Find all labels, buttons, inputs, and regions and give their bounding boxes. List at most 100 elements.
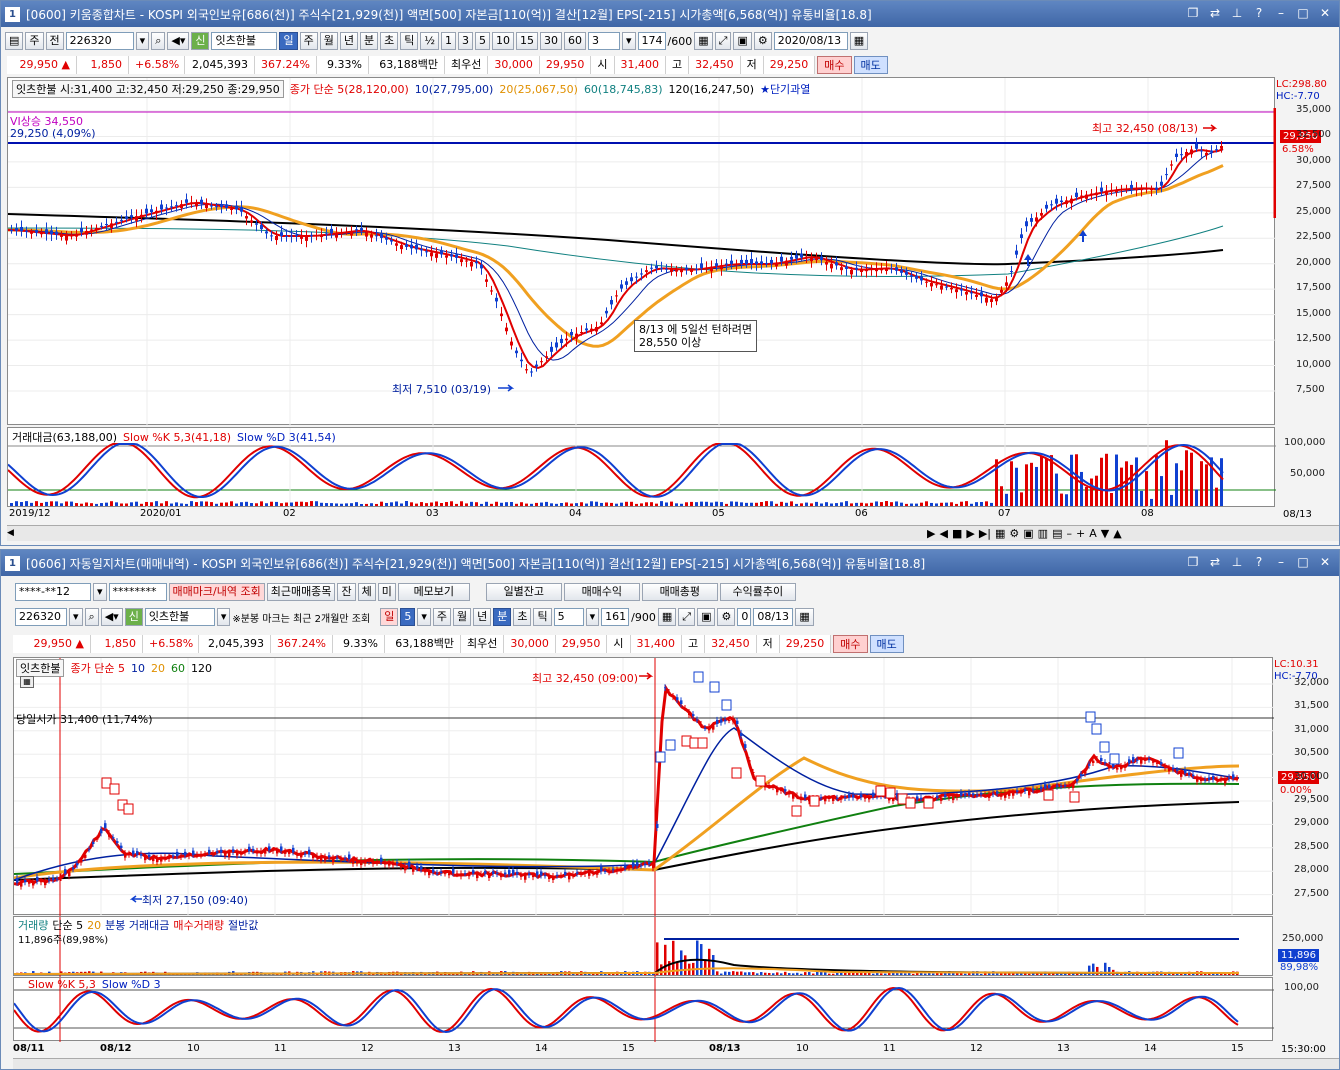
scroll-play-icon[interactable]: ◀ [939, 527, 947, 540]
maximize-icon[interactable]: □ [1295, 5, 1311, 21]
interval-3[interactable]: 3 [458, 32, 474, 50]
interval-5[interactable]: 5 [475, 32, 491, 50]
tab-day[interactable]: 일 [279, 32, 298, 50]
price-chart[interactable]: 잇츠한불 시:31,400 고:32,450 저:29,250 종:29,950… [7, 77, 1276, 426]
layout-icon[interactable]: ▤ [5, 32, 24, 50]
sound-icon[interactable]: ◀▾ [167, 32, 190, 50]
interval-30[interactable]: 30 [540, 32, 563, 50]
interval-10[interactable]: 10 [492, 32, 515, 50]
code-input[interactable]: 226320 [15, 608, 67, 626]
sound-icon[interactable]: ◀▾ [100, 608, 123, 626]
minimize-icon[interactable]: – [1273, 5, 1289, 21]
chart-scrollbar[interactable] [13, 1058, 1339, 1069]
maximize-icon[interactable]: □ [1295, 554, 1311, 570]
code-input[interactable]: 226320 [65, 32, 134, 50]
tool-icon-2[interactable]: ⚙ [1009, 527, 1019, 540]
interval-dropdown-icon[interactable]: ▾ [585, 608, 600, 626]
count-input[interactable]: 161 [601, 608, 630, 626]
password-input[interactable]: ******** [108, 583, 167, 601]
interval-60[interactable]: 60 [564, 32, 587, 50]
tab-tick[interactable]: 틱 [400, 32, 419, 50]
calendar-icon[interactable]: ▦ [795, 608, 814, 626]
recent-trades-button[interactable]: 최근매매종목 [266, 583, 336, 601]
interval-dropdown-icon[interactable]: ▾ [622, 32, 636, 50]
restore-icon[interactable]: ❐ [1185, 5, 1201, 21]
scroll-left-icon[interactable]: ◀ [7, 528, 17, 540]
buy-button[interactable]: 매수 [817, 56, 852, 74]
tab-second[interactable]: 초 [513, 608, 532, 626]
tab-tick[interactable]: 틱 [533, 608, 552, 626]
close-icon[interactable]: ✕ [1317, 554, 1333, 570]
trend-icon[interactable]: ⤢ [678, 608, 696, 626]
save-icon[interactable]: ▣ [697, 608, 716, 626]
stop-icon[interactable]: ■ [952, 527, 962, 540]
tab-week[interactable]: 주 [432, 608, 451, 626]
save-icon[interactable]: ▣ [733, 32, 752, 50]
tab-second[interactable]: 초 [380, 32, 399, 50]
unfilled-button[interactable]: 미 [377, 583, 396, 601]
minute-price-chart[interactable]: 잇츠한불 종가 단순 5 10 20 60 120 ▦ 당일시가 31,400 … [13, 657, 1274, 916]
link-icon[interactable]: ⇄ [1207, 5, 1223, 21]
date-input[interactable]: 08/13 [753, 608, 794, 626]
balance-button[interactable]: 잔 [337, 583, 356, 601]
next-icon[interactable]: ▶ [966, 527, 974, 540]
grid-icon[interactable]: ▦ [694, 32, 713, 50]
tool-icon-3[interactable]: ▣ [1023, 527, 1033, 540]
pin-icon[interactable]: ⊥ [1229, 554, 1245, 570]
code-dropdown-icon[interactable]: ▾ [69, 608, 83, 626]
table-toggle-icon[interactable]: ▦ [20, 676, 34, 688]
search-icon[interactable]: ⌕ [84, 608, 99, 626]
tab-minute[interactable]: 분 [493, 608, 512, 626]
period-select[interactable]: 주 [25, 32, 44, 50]
name-dropdown-icon[interactable]: ▾ [216, 608, 231, 626]
account-dropdown-icon[interactable]: ▾ [93, 583, 107, 601]
volume-stoch-chart[interactable]: 거래대금(63,188,00) Slow %K 5,3(41,18) Slow … [7, 427, 1276, 508]
up-icon[interactable]: ▲ [1113, 527, 1121, 540]
tab-month[interactable]: 월 [319, 32, 338, 50]
interval-15[interactable]: 15 [516, 32, 539, 50]
minimize-icon[interactable]: – [1273, 554, 1289, 570]
interval-1[interactable]: 1 [441, 32, 457, 50]
tool-icon-4[interactable]: ▥ [1038, 527, 1048, 540]
date-input[interactable]: 2020/08/13 [773, 32, 848, 50]
checkbox-zero[interactable]: 0 [737, 608, 752, 626]
trade-profit-button[interactable]: 매매수익 [563, 583, 640, 601]
code-dropdown-icon[interactable]: ▾ [135, 32, 150, 50]
tab-month[interactable]: 월 [452, 608, 472, 626]
help-icon[interactable]: ? [1251, 5, 1267, 21]
daily-balance-button[interactable]: 일별잔고 [485, 583, 562, 601]
prev-button[interactable]: 전 [45, 32, 64, 50]
restore-icon[interactable]: ❐ [1185, 554, 1201, 570]
trade-eval-button[interactable]: 매매총평 [641, 583, 718, 601]
buy-button[interactable]: 매수 [833, 635, 868, 653]
grid-icon[interactable]: ▦ [657, 608, 677, 626]
settings-icon[interactable]: ⚙ [717, 608, 736, 626]
font-icon[interactable]: A [1089, 527, 1097, 540]
window-titlebar[interactable]: 1 [0600] 키움종합차트 - KOSPI 외국인보유[686(천)] 주식… [1, 1, 1339, 27]
search-icon[interactable]: ⌕ [151, 32, 166, 50]
zoom-in-icon[interactable]: + [1076, 527, 1085, 540]
tab-minute[interactable]: 분 [359, 32, 379, 50]
tab-day[interactable]: 일 [380, 608, 399, 626]
tool-icon-1[interactable]: ▦ [995, 527, 1005, 540]
filled-button[interactable]: 체 [357, 583, 376, 601]
pin-icon[interactable]: ⊥ [1229, 5, 1245, 21]
tool-icon-5[interactable]: ▤ [1052, 527, 1062, 540]
minute-volume-chart[interactable]: 거래량 단순 5 20 분봉 거래대금 매수거래량 절반값 11,896주(89… [13, 916, 1273, 977]
sell-button[interactable]: 매도 [853, 56, 888, 74]
return-trend-button[interactable]: 수익률추이 [719, 583, 796, 601]
trend-icon[interactable]: ⤢ [714, 32, 732, 50]
minute-interval[interactable]: 5 [553, 608, 584, 626]
memo-button[interactable]: 메모보기 [397, 583, 470, 601]
tab-year[interactable]: 년 [339, 32, 358, 50]
window-titlebar[interactable]: 1 [0606] 자동일지차트(매매내역) - KOSPI 외국인보유[686(… [1, 550, 1339, 576]
interval-select[interactable]: 3 [588, 32, 621, 50]
sell-button[interactable]: 매도 [869, 635, 904, 653]
trade-mark-button[interactable]: 매매마크/내역 조회 [168, 583, 265, 601]
help-icon[interactable]: ? [1251, 554, 1267, 570]
last-icon[interactable]: ▶| [979, 527, 991, 540]
minute-stoch-chart[interactable]: Slow %K 5,3 Slow %D 3 [13, 977, 1274, 1042]
zoom-out-icon[interactable]: – [1066, 527, 1072, 540]
tab-year[interactable]: 년 [473, 608, 492, 626]
account-input[interactable]: ****-**12 [15, 583, 91, 601]
